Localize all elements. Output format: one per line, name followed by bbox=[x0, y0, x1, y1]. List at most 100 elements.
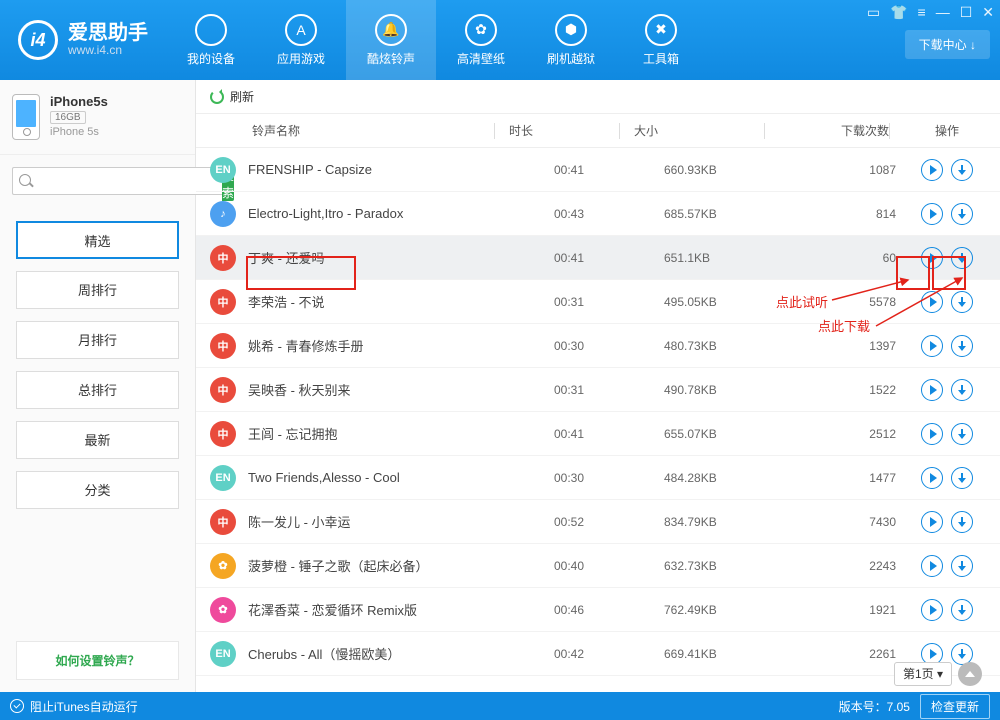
ringtone-name: 李荣浩 - 不说 bbox=[248, 292, 554, 311]
table-row[interactable]: EN FRENSHIP - Capsize 00:41 660.93KB 108… bbox=[196, 148, 1000, 192]
ringtone-size: 480.73KB bbox=[664, 339, 794, 353]
nav-tools[interactable]: ✖工具箱 bbox=[616, 0, 706, 80]
ringtone-name: Two Friends,Alesso - Cool bbox=[248, 470, 554, 485]
play-button[interactable] bbox=[921, 335, 943, 357]
table-row[interactable]: ✿ 菠萝橙 - 锤子之歌（起床必备） 00:40 632.73KB 2243 bbox=[196, 544, 1000, 588]
table-row[interactable]: 中 吴映香 - 秋天别来 00:31 490.78KB 1522 bbox=[196, 368, 1000, 412]
ringtone-badge-icon: ✿ bbox=[210, 553, 236, 579]
cat-monthly[interactable]: 月排行 bbox=[16, 321, 179, 359]
go-top-button[interactable] bbox=[958, 662, 982, 686]
annotation-download-text: 点此下载 bbox=[818, 316, 870, 335]
refresh-icon[interactable] bbox=[210, 90, 224, 104]
footer-itunes[interactable]: 阻止iTunes自动运行 bbox=[30, 698, 138, 715]
download-button[interactable] bbox=[951, 511, 973, 533]
maximize-icon[interactable]: ☐ bbox=[960, 4, 973, 21]
table-row[interactable]: ✿ 花澤香菜 - 恋爱循环 Remix版 00:46 762.49KB 1921 bbox=[196, 588, 1000, 632]
nav-apps[interactable]: A应用游戏 bbox=[256, 0, 346, 80]
menu-icon[interactable]: ≡ bbox=[918, 4, 926, 21]
device-icon bbox=[12, 94, 40, 140]
ringtone-name: 陈一发儿 - 小幸运 bbox=[248, 512, 554, 531]
download-button[interactable] bbox=[951, 467, 973, 489]
ringtone-duration: 00:30 bbox=[554, 339, 664, 353]
ringtone-size: 685.57KB bbox=[664, 207, 794, 221]
flower-icon: ✿ bbox=[465, 14, 497, 46]
download-icon bbox=[961, 341, 963, 350]
search-icon bbox=[12, 167, 222, 201]
ringtone-size: 632.73KB bbox=[664, 559, 794, 573]
check-update-button[interactable]: 检查更新 bbox=[920, 694, 990, 719]
cat-featured[interactable]: 精选 bbox=[16, 221, 179, 259]
download-center-button[interactable]: 下载中心 ↓ bbox=[905, 30, 990, 59]
close-icon[interactable]: ✕ bbox=[982, 4, 994, 21]
ringtone-duration: 00:40 bbox=[554, 559, 664, 573]
play-button[interactable] bbox=[921, 599, 943, 621]
window-controls: ▭ 👕 ≡ ― ☐ ✕ bbox=[867, 4, 994, 21]
help-link[interactable]: 如何设置铃声？ bbox=[16, 641, 179, 680]
ringtone-downloads: 814 bbox=[794, 207, 904, 221]
cat-categories[interactable]: 分类 bbox=[16, 471, 179, 509]
download-button[interactable] bbox=[951, 555, 973, 577]
ringtone-badge-icon: 中 bbox=[210, 333, 236, 359]
ringtone-badge-icon: 中 bbox=[210, 421, 236, 447]
ringtone-name: 王闾 - 忘记拥抱 bbox=[248, 424, 554, 443]
ringtone-size: 660.93KB bbox=[664, 163, 794, 177]
ringtone-badge-icon: 中 bbox=[210, 245, 236, 271]
ringtone-name: Electro-Light,Itro - Paradox bbox=[248, 206, 554, 221]
ringtone-downloads: 2243 bbox=[794, 559, 904, 573]
ringtone-badge-icon: 中 bbox=[210, 289, 236, 315]
play-button[interactable] bbox=[921, 379, 943, 401]
annotation-arrow-download bbox=[876, 276, 976, 336]
device-name: iPhone5s bbox=[50, 94, 108, 109]
search-input[interactable] bbox=[12, 167, 222, 195]
table-row[interactable]: EN Two Friends,Alesso - Cool 00:30 484.2… bbox=[196, 456, 1000, 500]
ringtone-downloads: 1397 bbox=[794, 339, 904, 353]
refresh-label[interactable]: 刷新 bbox=[230, 88, 254, 105]
table-row[interactable]: 中 陈一发儿 - 小幸运 00:52 834.79KB 7430 bbox=[196, 500, 1000, 544]
device-card[interactable]: iPhone5s 16GB iPhone 5s bbox=[0, 80, 195, 155]
col-size: 大小 bbox=[634, 122, 764, 139]
table-header: 铃声名称 时长 大小 下载次数 操作 bbox=[196, 114, 1000, 148]
play-icon bbox=[930, 341, 937, 351]
download-button[interactable] bbox=[951, 423, 973, 445]
play-button[interactable] bbox=[921, 159, 943, 181]
nav-my-device[interactable]: 我的设备 bbox=[166, 0, 256, 80]
table-row[interactable]: EN Cherubs - All（慢摇欧美） 00:42 669.41KB 22… bbox=[196, 632, 1000, 676]
col-operations: 操作 bbox=[904, 122, 990, 139]
shirt-icon[interactable]: 👕 bbox=[890, 4, 907, 21]
sidebar: iPhone5s 16GB iPhone 5s 搜索 精选 周排行 月排行 总排… bbox=[0, 80, 196, 692]
download-button[interactable] bbox=[951, 203, 973, 225]
ringtone-badge-icon: 中 bbox=[210, 377, 236, 403]
cat-weekly[interactable]: 周排行 bbox=[16, 271, 179, 309]
ringtone-size: 669.41KB bbox=[664, 647, 794, 661]
play-button[interactable] bbox=[921, 511, 943, 533]
download-button[interactable] bbox=[951, 335, 973, 357]
ringtone-downloads: 1477 bbox=[794, 471, 904, 485]
table-row[interactable]: 中 王闾 - 忘记拥抱 00:41 655.07KB 2512 bbox=[196, 412, 1000, 456]
nav-ringtones[interactable]: 🔔酷炫铃声 bbox=[346, 0, 436, 80]
ringtone-name: 花澤香菜 - 恋爱循环 Remix版 bbox=[248, 600, 554, 619]
play-icon bbox=[930, 209, 937, 219]
play-icon bbox=[930, 385, 937, 395]
download-button[interactable] bbox=[951, 159, 973, 181]
chat-icon[interactable]: ▭ bbox=[867, 4, 880, 21]
download-button[interactable] bbox=[951, 379, 973, 401]
device-storage: 16GB bbox=[50, 111, 86, 124]
pager-page[interactable]: 第1页 ▾ bbox=[894, 662, 952, 686]
ringtone-size: 762.49KB bbox=[664, 603, 794, 617]
cat-total[interactable]: 总排行 bbox=[16, 371, 179, 409]
ringtone-badge-icon: ♪ bbox=[210, 201, 236, 227]
ringtone-duration: 00:41 bbox=[554, 427, 664, 441]
nav-wallpapers[interactable]: ✿高清壁纸 bbox=[436, 0, 526, 80]
table-row[interactable]: ♪ Electro-Light,Itro - Paradox 00:43 685… bbox=[196, 192, 1000, 236]
download-button[interactable] bbox=[951, 599, 973, 621]
bell-icon: 🔔 bbox=[375, 14, 407, 46]
play-button[interactable] bbox=[921, 423, 943, 445]
pager: 第1页 ▾ bbox=[894, 662, 982, 686]
minimize-icon[interactable]: ― bbox=[936, 4, 950, 21]
play-button[interactable] bbox=[921, 203, 943, 225]
play-button[interactable] bbox=[921, 555, 943, 577]
nav-jailbreak[interactable]: ⬢刷机越狱 bbox=[526, 0, 616, 80]
logo-icon: i4 bbox=[18, 20, 58, 60]
play-button[interactable] bbox=[921, 467, 943, 489]
cat-newest[interactable]: 最新 bbox=[16, 421, 179, 459]
